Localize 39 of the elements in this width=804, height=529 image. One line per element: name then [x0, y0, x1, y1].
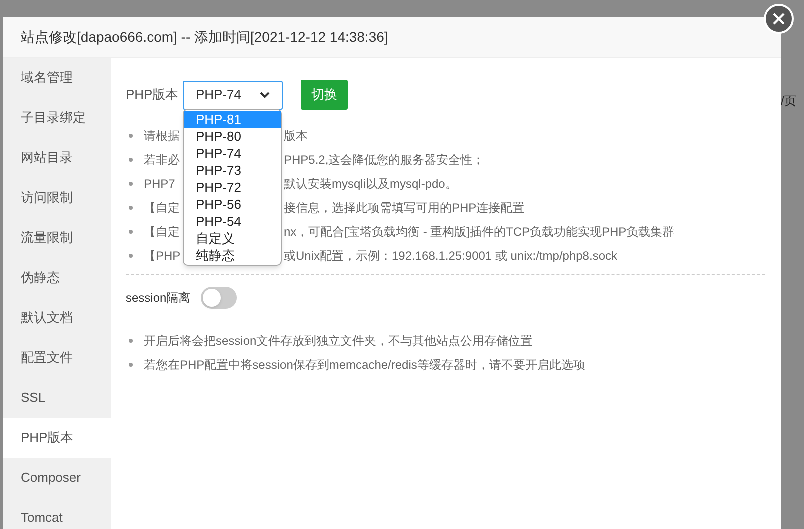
session-toggle[interactable]	[200, 287, 237, 309]
bullet-icon	[129, 363, 133, 367]
note-text: 默认安装mysqli以及mysql-pdo。	[284, 176, 458, 193]
dropdown-option[interactable]: 自定义	[184, 230, 281, 247]
dropdown-option[interactable]: 纯静态	[184, 247, 281, 264]
note-text: 版本	[284, 128, 308, 145]
note-text: 若您在PHP配置中将session保存到memcache/redis等缓存器时，请不要开启此选项	[144, 357, 586, 374]
sidebar-item[interactable]: PHP版本	[3, 418, 111, 458]
close-icon	[773, 13, 785, 25]
bullet-icon	[129, 158, 133, 162]
php-version-label: PHP版本	[126, 86, 180, 104]
dropdown-option[interactable]: PHP-73	[184, 162, 281, 179]
dropdown-option[interactable]: PHP-80	[184, 128, 281, 145]
bullet-icon	[129, 230, 133, 234]
note-text: 请根据	[144, 129, 180, 143]
note-text: 接信息，选择此项需填写可用的PHP连接配置	[284, 200, 525, 217]
note-text: PHP7	[144, 177, 176, 191]
note-text: 【自定	[144, 225, 180, 239]
dropdown-option[interactable]: PHP-54	[184, 213, 281, 230]
session-label: session隔离	[126, 290, 191, 307]
note-text: nx，可配合[宝塔负载均衡 - 重构版]插件的TCP负载功能实现PHP负载集群	[284, 224, 675, 241]
note-text: 开启后将会把session文件存放到独立文件夹，不与其他站点公用存储位置	[144, 333, 533, 350]
page-text: /页	[781, 93, 796, 110]
dialog-title: 站点修改[dapao666.com] -- 添加时间[2021-12-12 14:38:36]	[21, 28, 388, 47]
dropdown-option[interactable]: PHP-56	[184, 196, 281, 213]
chevron-icon	[260, 92, 270, 98]
note-text: 或Unix配置，示例：192.168.1.25:9001 或 unix:/tmp/php8.sock	[284, 248, 618, 265]
close-button[interactable]	[764, 4, 794, 34]
note-text: PHP5.2,这会降低您的服务器安全性；	[284, 152, 485, 169]
bullet-icon	[129, 182, 133, 186]
note-text: 【PHP	[144, 249, 181, 263]
dropdown-option[interactable]: PHP-72	[184, 179, 281, 196]
bullet-icon	[129, 134, 133, 138]
note-text: 【自定	[144, 201, 180, 215]
note-text: 若非必	[144, 153, 180, 167]
bullet-icon	[129, 206, 133, 210]
bullet-icon	[129, 339, 133, 343]
dropdown-option[interactable]: PHP-74	[184, 145, 281, 162]
bullet-icon	[129, 254, 133, 258]
